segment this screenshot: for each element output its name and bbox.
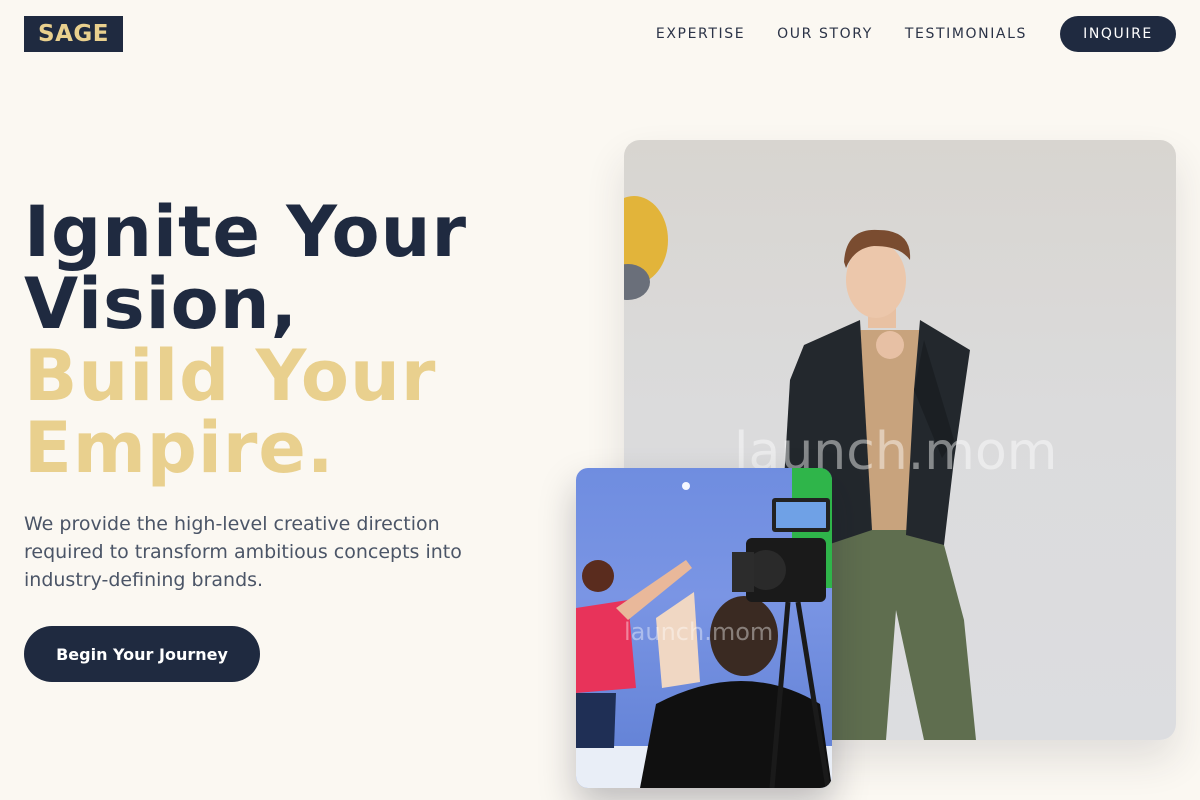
film-crew-illustration [576, 468, 832, 788]
landing-page: SAGE EXPERTISE OUR STORY TESTIMONIALS IN… [0, 0, 1200, 800]
hero-headline: Ignite Your Vision, Build Your Empire. [24, 196, 584, 484]
behind-the-scenes-photo: launch.mom [576, 468, 832, 788]
headline-line-3: Build Your [24, 335, 437, 417]
top-nav: EXPERTISE OUR STORY TESTIMONIALS INQUIRE [656, 16, 1176, 52]
nav-link-expertise[interactable]: EXPERTISE [656, 26, 745, 42]
headline-line-2: Vision, [24, 263, 299, 345]
headline-line-4: Empire. [24, 407, 335, 489]
hero-subtitle: We provide the high-level creative direc… [24, 513, 462, 591]
inquire-button[interactable]: INQUIRE [1060, 16, 1176, 52]
begin-journey-button[interactable]: Begin Your Journey [24, 626, 260, 682]
nav-link-our-story[interactable]: OUR STORY [777, 26, 873, 42]
logo[interactable]: SAGE [24, 16, 123, 52]
headline-line-1: Ignite Your [24, 191, 467, 273]
nav-link-testimonials[interactable]: TESTIMONIALS [905, 26, 1027, 42]
